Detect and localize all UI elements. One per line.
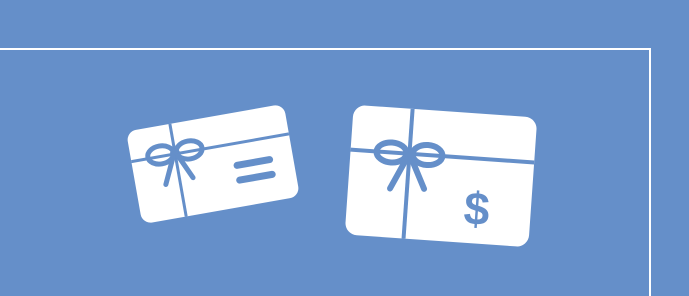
- gift-cards-illustration: $: [127, 105, 537, 247]
- gift-card-dollar-icon: $: [345, 105, 537, 247]
- gift-card-banner: $: [0, 0, 689, 296]
- dollar-symbol: $: [462, 182, 491, 236]
- gift-card-icon: [127, 105, 299, 223]
